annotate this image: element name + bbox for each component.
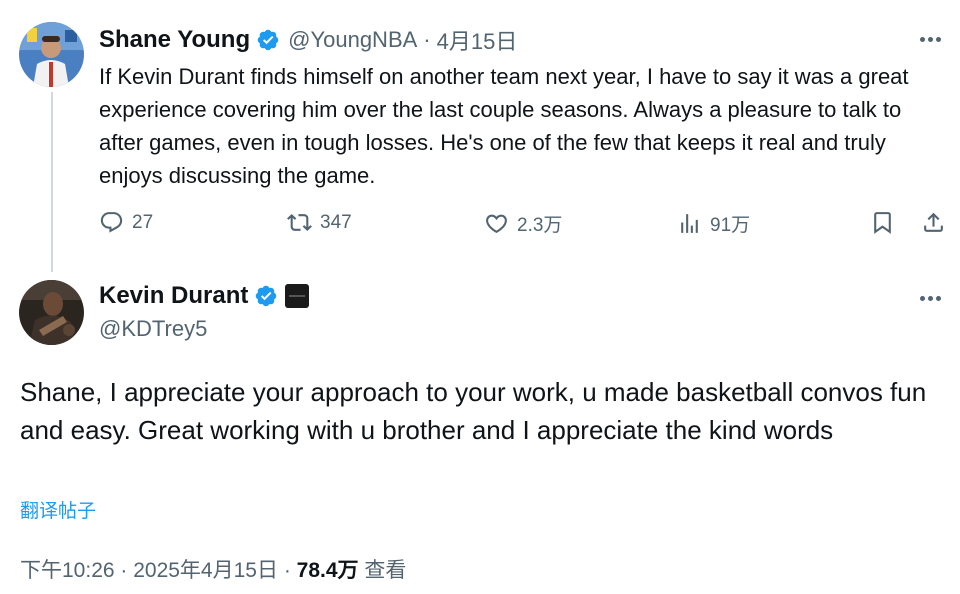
like-button[interactable]: 2.3万 — [484, 210, 562, 237]
views-count: 91万 — [710, 215, 751, 236]
views-button[interactable]: 91万 — [677, 210, 750, 237]
separator-dot: · — [423, 27, 431, 52]
heart-icon — [486, 214, 507, 234]
parent-tweet-actions: 27 347 2.3万 91万 — [99, 210, 949, 244]
main-tweet-header: Kevin Durant — [99, 282, 310, 310]
bookmark-button[interactable] — [870, 210, 895, 235]
share-button[interactable] — [921, 210, 946, 235]
more-options-icon[interactable] — [920, 296, 941, 301]
share-icon — [924, 212, 943, 232]
author-display-name[interactable]: Kevin Durant — [99, 282, 248, 310]
repost-icon — [287, 214, 312, 231]
author-display-name[interactable]: Shane Young — [99, 26, 250, 54]
thread-connector-line — [51, 92, 53, 272]
affiliate-badge-icon[interactable] — [284, 283, 310, 309]
separator-dot: · — [283, 559, 291, 582]
tweet-meta: 下午10:26 · 2025年4月15日 · 78.4万 查看 — [20, 554, 406, 584]
views-total[interactable]: 78.4万 — [297, 559, 359, 582]
avatar-shane-young[interactable] — [19, 22, 84, 87]
like-count: 2.3万 — [517, 215, 563, 236]
views-label: 查看 — [364, 559, 407, 582]
repost-count: 347 — [320, 211, 352, 233]
tweet-date[interactable]: 4月15日 — [437, 24, 518, 56]
reply-button[interactable]: 27 — [99, 210, 153, 235]
reply-count: 27 — [132, 211, 154, 233]
repost-button[interactable]: 347 — [287, 210, 352, 235]
author-handle[interactable]: @YoungNBA — [288, 27, 417, 53]
main-tweet-text: Shane, I appreciate your approach to you… — [20, 377, 927, 445]
reply-icon — [100, 212, 123, 233]
more-options-icon[interactable] — [920, 37, 941, 42]
author-handle[interactable]: @KDTrey5 — [99, 316, 207, 342]
verified-badge-icon[interactable] — [256, 28, 280, 52]
verified-badge-icon[interactable] — [254, 284, 278, 308]
parent-tweet-text: If Kevin Durant finds himself on another… — [99, 64, 909, 188]
avatar-kevin-durant[interactable] — [19, 280, 84, 345]
analytics-icon — [681, 214, 698, 233]
tweet-timestamp[interactable]: 下午10:26 · 2025年4月15日 — [20, 559, 278, 582]
translate-post-link[interactable]: 翻译帖子 — [20, 496, 96, 523]
parent-tweet-header: Shane Young @YoungNBA · 4月15日 — [99, 24, 517, 56]
bookmark-icon — [874, 212, 891, 234]
